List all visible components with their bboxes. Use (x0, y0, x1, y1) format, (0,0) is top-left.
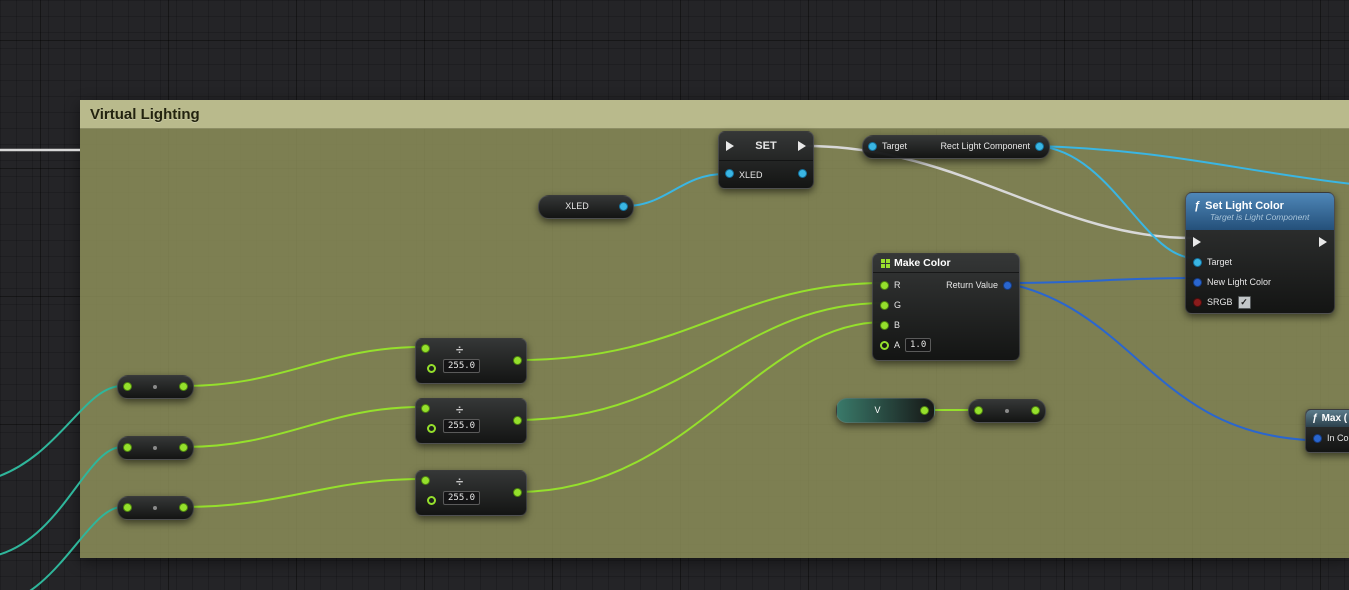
max-node[interactable]: ƒ Max ( In Co (1305, 409, 1349, 453)
compact4-input-pin[interactable] (974, 406, 983, 415)
divide-symbol: ÷ (456, 474, 463, 489)
slc-srgb-checkbox[interactable]: ✓ (1238, 296, 1251, 309)
slc-srgb-label: SRGB (1207, 297, 1233, 307)
divide2-a-pin[interactable] (421, 404, 430, 413)
blueprint-graph-canvas[interactable]: Virtual Lighting XLED SET (0, 0, 1349, 590)
set-light-color-title: Set Light Color (1205, 200, 1284, 212)
variable-getter-v[interactable]: V (836, 398, 935, 423)
divide3-a-pin[interactable] (421, 476, 430, 485)
compact1-input-pin[interactable] (123, 382, 132, 391)
rect-light-target-label: Target (882, 141, 907, 151)
divide1-b-pin[interactable] (427, 364, 436, 373)
divide3-output-pin[interactable] (513, 488, 522, 497)
rect-light-target-input-pin[interactable] (868, 142, 877, 151)
make-color-title: Make Color (894, 257, 951, 269)
slc-target-pin[interactable] (1193, 258, 1202, 267)
variable-getter-xled-label: XLED (539, 201, 615, 211)
v-output-pin[interactable] (920, 406, 929, 415)
make-color-a-pin[interactable] (880, 341, 889, 350)
divide2-b-value[interactable]: 255.0 (443, 419, 480, 433)
make-color-g-label: G (894, 300, 901, 310)
compact1-output-pin[interactable] (179, 382, 188, 391)
make-color-node[interactable]: Make Color R Return Value G B (872, 253, 1020, 361)
set-xled-output-pin[interactable] (798, 169, 807, 178)
slc-exec-in-pin[interactable] (1193, 237, 1201, 247)
slc-target-label: Target (1207, 257, 1232, 267)
comment-box-virtual-lighting[interactable]: Virtual Lighting (80, 100, 1349, 558)
divide1-b-value[interactable]: 255.0 (443, 359, 480, 373)
function-icon: ƒ (1194, 200, 1200, 212)
divide2-output-pin[interactable] (513, 416, 522, 425)
compact4-output-pin[interactable] (1031, 406, 1040, 415)
divide1-a-pin[interactable] (421, 344, 430, 353)
compact-node-2[interactable] (117, 436, 194, 460)
max-node-header: ƒ Max ( (1306, 410, 1349, 427)
comment-header[interactable]: Virtual Lighting (80, 100, 1349, 129)
set-exec-out-pin[interactable] (798, 141, 806, 151)
make-color-g-pin[interactable] (880, 301, 889, 310)
xled-output-pin[interactable] (619, 202, 628, 211)
divide3-b-value[interactable]: 255.0 (443, 491, 480, 505)
compact3-input-pin[interactable] (123, 503, 132, 512)
divide-node-2[interactable]: ÷ 255.0 (415, 398, 527, 444)
compact-node-3[interactable] (117, 496, 194, 520)
set-light-color-header: ƒ Set Light Color Target is Light Compon… (1186, 193, 1334, 230)
set-xled-node[interactable]: SET XLED (718, 131, 814, 189)
variable-getter-xled[interactable]: XLED (538, 195, 634, 219)
make-color-a-value[interactable]: 1.0 (905, 338, 931, 352)
variable-getter-v-label: V (837, 405, 918, 415)
divide-symbol: ÷ (456, 402, 463, 417)
function-icon: ƒ (1312, 413, 1318, 424)
compact3-output-pin[interactable] (179, 503, 188, 512)
collapsed-node-dot (153, 446, 157, 450)
collapsed-node-dot (153, 385, 157, 389)
make-color-r-label: R (894, 280, 901, 290)
make-color-b-pin[interactable] (880, 321, 889, 330)
divide1-output-pin[interactable] (513, 356, 522, 365)
comment-title: Virtual Lighting (90, 106, 200, 123)
compact2-input-pin[interactable] (123, 443, 132, 452)
collapsed-node-dot (1005, 409, 1009, 413)
divide3-b-pin[interactable] (427, 496, 436, 505)
divide-node-3[interactable]: ÷ 255.0 (415, 470, 527, 516)
make-color-return-pin[interactable] (1003, 281, 1012, 290)
set-xled-input-pin[interactable] (725, 169, 734, 178)
max-in-color-pin[interactable] (1313, 434, 1322, 443)
divide-node-1[interactable]: ÷ 255.0 (415, 338, 527, 384)
make-color-b-label: B (894, 320, 900, 330)
compact2-output-pin[interactable] (179, 443, 188, 452)
struct-icon (881, 259, 885, 263)
make-color-r-pin[interactable] (880, 281, 889, 290)
compact-node-1[interactable] (117, 375, 194, 399)
rect-light-component-label: Rect Light Component (940, 141, 1030, 151)
max-in-color-label: In Co (1327, 433, 1349, 443)
slc-srgb-pin[interactable] (1193, 298, 1202, 307)
slc-new-light-color-pin[interactable] (1193, 278, 1202, 287)
divide2-b-pin[interactable] (427, 424, 436, 433)
divide-symbol: ÷ (456, 342, 463, 357)
set-xled-pin-label: XLED (739, 170, 763, 180)
collapsed-node-dot (153, 506, 157, 510)
rect-light-output-pin[interactable] (1035, 142, 1044, 151)
slc-exec-out-pin[interactable] (1319, 237, 1327, 247)
make-color-return-label: Return Value (946, 280, 998, 290)
slc-new-light-color-label: New Light Color (1207, 277, 1271, 287)
set-light-color-subtitle: Target is Light Component (1210, 212, 1326, 222)
max-node-title: Max ( (1322, 413, 1348, 424)
compact-node-4[interactable] (968, 399, 1046, 423)
make-color-header: Make Color (873, 254, 1019, 273)
rect-light-component-node[interactable]: Target Rect Light Component (862, 135, 1050, 159)
make-color-a-label: A (894, 340, 900, 350)
set-light-color-node[interactable]: ƒ Set Light Color Target is Light Compon… (1185, 192, 1335, 314)
